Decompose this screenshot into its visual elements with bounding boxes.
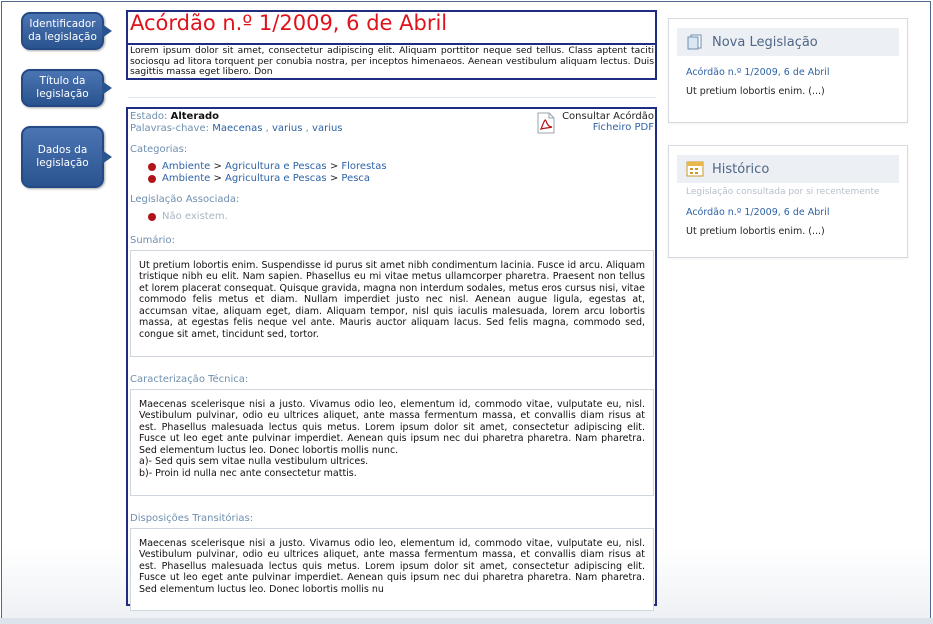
category-link[interactable]: Agricultura e Pescas: [225, 173, 327, 184]
status-value: Alterado: [170, 111, 220, 122]
caracterizacao-line-a: a)- Sed quis sem vitae nulla vestibulum …: [139, 456, 369, 468]
associated-label: Legislação Associada:: [130, 194, 240, 205]
callout-identifier-text: Identificador da legislação: [28, 18, 97, 43]
category-item: Ambiente > Agricultura e Pescas > Pesca: [148, 173, 654, 185]
pdf-icon[interactable]: [536, 112, 556, 134]
historico-title: Histórico: [712, 161, 770, 177]
caracterizacao-label: Caracterização Técnica:: [130, 373, 249, 385]
nova-legislacao-text: Ut pretium lobortis enim. (...): [686, 86, 825, 97]
nova-legislacao-title: Nova Legislação: [712, 34, 818, 50]
category-link[interactable]: Agricultura e Pescas: [225, 161, 327, 172]
category-separator: >: [329, 161, 339, 172]
categories-label: Categorias:: [130, 144, 188, 155]
historico-panel: Histórico Legislação consultada por si r…: [668, 145, 908, 258]
caracterizacao-box: Maecenas scelerisque nisi a justo. Vivam…: [130, 388, 654, 496]
associated-item: Não existem.: [148, 211, 654, 223]
category-separator: >: [329, 172, 339, 184]
associated-empty: Não existem.: [162, 211, 228, 222]
categories-list: Ambiente > Agricultura e Pescas > Flores…: [148, 161, 654, 184]
bottom-band: [0, 618, 933, 624]
legislation-data: Estado: Alterado Palavras-chave: Maecena…: [130, 111, 654, 611]
keyword-separator: ,: [305, 123, 309, 134]
keyword-separator: ,: [265, 123, 269, 134]
bullet-icon: [148, 174, 156, 183]
disposicoes-text: Maecenas scelerisque nisi a justo. Vivam…: [130, 527, 654, 611]
associated-list: Não existem.: [148, 211, 654, 223]
document-summary: Lorem ipsum dolor sit amet, consectetur …: [130, 45, 654, 78]
bullet-icon: [148, 213, 156, 221]
callout-title-text: Título da legislação: [36, 75, 89, 100]
caracterizacao-text: Maecenas scelerisque nisi a justo. Vivam…: [139, 398, 645, 456]
callout-title: Título da legislação: [21, 69, 112, 107]
keywords-label: Palavras-chave:: [130, 123, 209, 134]
historico-text: Ut pretium lobortis enim. (...): [686, 226, 825, 237]
category-separator: >: [213, 172, 222, 184]
divider: [128, 97, 656, 98]
historico-link[interactable]: Acórdão n.º 1/2009, 6 de Abril: [686, 207, 907, 218]
historico-subtitle: Legislação consultada por si recentement…: [686, 187, 880, 197]
category-item: Ambiente > Agricultura e Pescas > Flores…: [148, 161, 654, 173]
status-label: Estado:: [130, 111, 168, 122]
caracterizacao-line-b: b)- Proin id nulla nec ante consectetur …: [139, 468, 357, 480]
callout-data: Dados da legislação: [21, 126, 112, 188]
pdf-file-link[interactable]: Ficheiro PDF: [562, 122, 654, 133]
documents-icon: [687, 34, 702, 50]
keyword-link[interactable]: Maecenas: [212, 123, 262, 134]
category-link[interactable]: Ambiente: [162, 161, 210, 172]
keyword-link[interactable]: varius: [272, 123, 302, 134]
nova-legislacao-link[interactable]: Acórdão n.º 1/2009, 6 de Abril: [686, 67, 907, 78]
historico-header: Histórico: [677, 155, 899, 183]
callout-identifier: Identificador da legislação: [21, 12, 112, 50]
category-link[interactable]: Pesca: [341, 173, 370, 184]
sumario-label: Sumário:: [130, 234, 175, 246]
nova-legislacao-header: Nova Legislação: [677, 28, 899, 56]
category-link[interactable]: Ambiente: [162, 173, 210, 184]
bullet-icon: [148, 163, 156, 171]
pdf-label: Consultar Acórdão: [562, 111, 654, 122]
pdf-download[interactable]: Consultar Acórdão Ficheiro PDF: [537, 111, 654, 134]
category-separator: >: [213, 161, 222, 172]
callout-data-text: Dados da legislação: [36, 144, 89, 169]
calendar-icon: [686, 161, 704, 177]
disposicoes-label: Disposições Transitórias:: [130, 512, 254, 524]
document-title: Acórdão n.º 1/2009, 6 de Abril: [130, 11, 448, 35]
nova-legislacao-panel: Nova Legislação Acórdão n.º 1/2009, 6 de…: [668, 18, 908, 123]
keyword-link[interactable]: varius: [312, 123, 342, 134]
sumario-text: Ut pretium lobortis enim. Suspendisse id…: [130, 249, 654, 357]
category-link[interactable]: Florestas: [341, 161, 386, 172]
